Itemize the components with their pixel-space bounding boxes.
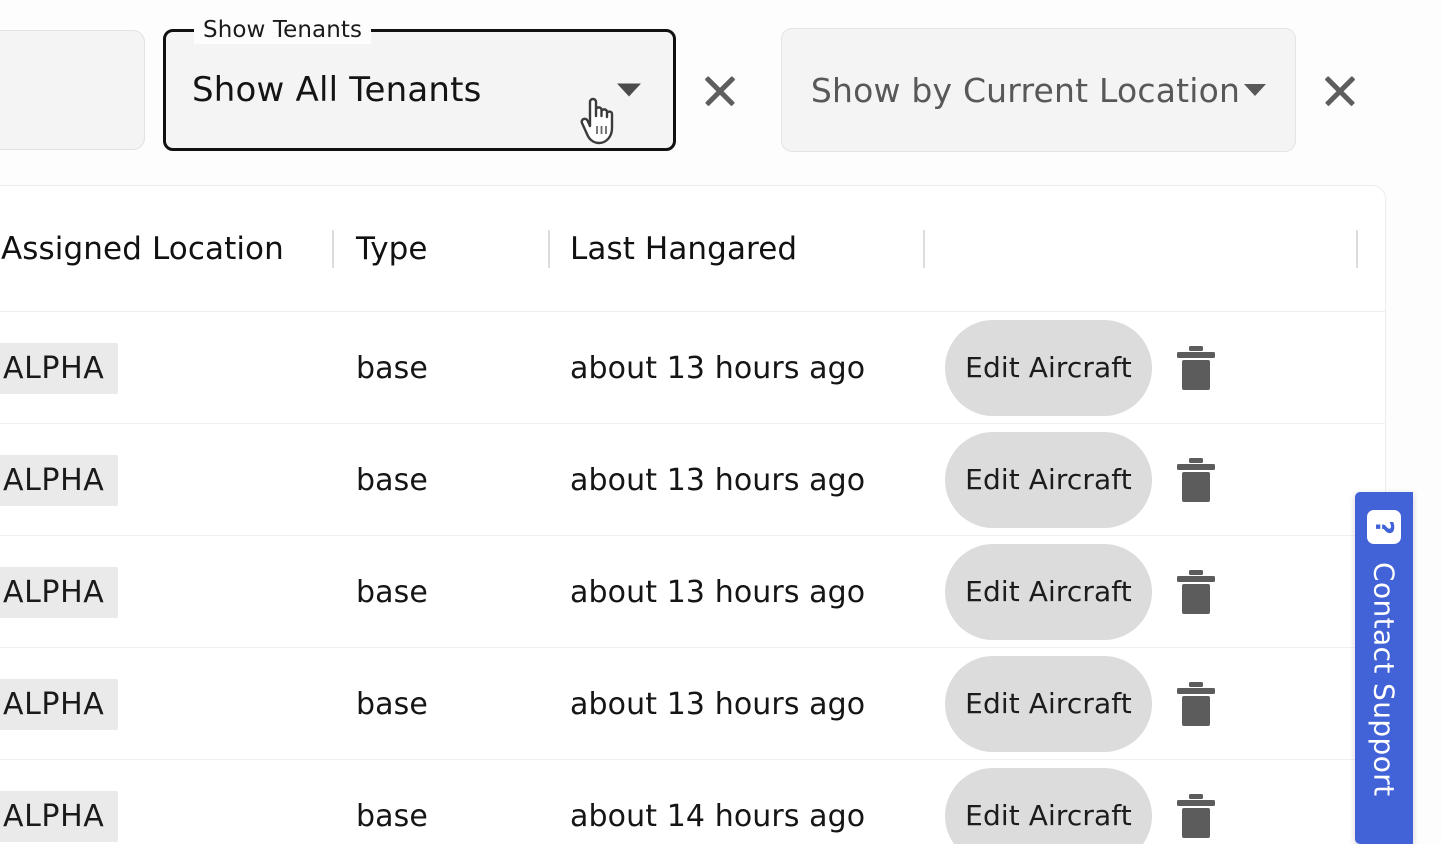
clear-location-filter-icon[interactable] [1314, 65, 1366, 117]
cell-last-hangared: about 13 hours ago [570, 686, 866, 722]
cell-last-hangared: about 13 hours ago [570, 462, 866, 498]
cell-type: base [356, 686, 428, 722]
column-header-assigned-location[interactable]: Assigned Location [1, 186, 284, 312]
contact-support-tab[interactable]: ? Contact Support [1355, 492, 1413, 844]
trash-icon[interactable] [1175, 680, 1217, 728]
table-body: ALPHA base about 13 hours ago Edit Aircraft… [0, 312, 1385, 844]
assigned-location-chip: ALPHA [0, 454, 119, 506]
table-row[interactable]: ALPHA base about 14 hours ago Edit Aircraft [0, 760, 1385, 844]
contact-support-label: Contact Support [1367, 562, 1401, 797]
cell-last-hangared: about 13 hours ago [570, 350, 866, 386]
filter-toolbar: Show Tenants Show All Tenants Show by Cu… [0, 0, 1442, 180]
column-divider[interactable] [923, 229, 925, 268]
trash-icon[interactable] [1175, 344, 1217, 392]
partial-filter-card[interactable] [0, 30, 145, 150]
column-divider[interactable] [548, 229, 550, 268]
assigned-location-chip: ALPHA [0, 566, 119, 618]
cell-type: base [356, 462, 428, 498]
cell-assigned-location: ALPHA [0, 312, 119, 424]
table-header-row: Assigned Location Type Last Hangared [0, 186, 1385, 312]
assigned-location-chip: ALPHA [0, 342, 119, 394]
clear-tenant-filter-icon[interactable] [694, 65, 746, 117]
column-divider[interactable] [332, 229, 334, 268]
trash-icon[interactable] [1175, 792, 1217, 840]
edit-aircraft-button[interactable]: Edit Aircraft [945, 543, 1152, 640]
edit-aircraft-button[interactable]: Edit Aircraft [945, 655, 1152, 752]
assigned-location-chip: ALPHA [0, 678, 119, 730]
column-divider[interactable] [1356, 229, 1358, 268]
assigned-location-chip: ALPHA [0, 790, 119, 842]
column-header-type[interactable]: Type [356, 186, 428, 312]
edit-aircraft-button[interactable]: Edit Aircraft [945, 431, 1152, 528]
show-by-current-location-select[interactable]: Show by Current Location [781, 28, 1296, 152]
chevron-down-icon[interactable] [617, 83, 641, 97]
cell-assigned-location: ALPHA [0, 760, 119, 844]
cell-type: base [356, 350, 428, 386]
column-header-last-hangared[interactable]: Last Hangared [570, 186, 797, 312]
trash-icon[interactable] [1175, 568, 1217, 616]
edit-aircraft-button[interactable]: Edit Aircraft [945, 319, 1152, 416]
show-by-current-location-value: Show by Current Location [810, 70, 1241, 110]
chevron-down-icon[interactable] [1244, 84, 1267, 96]
table-row[interactable]: ALPHA base about 13 hours ago Edit Aircraft [0, 424, 1385, 536]
show-tenants-select[interactable]: Show Tenants Show All Tenants [163, 16, 676, 151]
cell-last-hangared: about 14 hours ago [570, 798, 866, 834]
cell-type: base [356, 574, 428, 610]
cell-type: base [356, 798, 428, 834]
question-mark-icon: ? [1367, 510, 1401, 544]
edit-aircraft-button[interactable]: Edit Aircraft [945, 767, 1152, 844]
cell-assigned-location: ALPHA [0, 648, 119, 760]
table-row[interactable]: ALPHA base about 13 hours ago Edit Aircraft [0, 536, 1385, 648]
cell-assigned-location: ALPHA [0, 424, 119, 536]
cell-assigned-location: ALPHA [0, 536, 119, 648]
table-row[interactable]: ALPHA base about 13 hours ago Edit Aircraft [0, 648, 1385, 760]
aircraft-table: Assigned Location Type Last Hangared ALP… [0, 185, 1386, 844]
app-root: Show Tenants Show All Tenants Show by Cu… [0, 0, 1442, 844]
show-tenants-value: Show All Tenants [192, 70, 482, 110]
trash-icon[interactable] [1175, 456, 1217, 504]
cell-last-hangared: about 13 hours ago [570, 574, 866, 610]
table-row[interactable]: ALPHA base about 13 hours ago Edit Aircraft [0, 312, 1385, 424]
